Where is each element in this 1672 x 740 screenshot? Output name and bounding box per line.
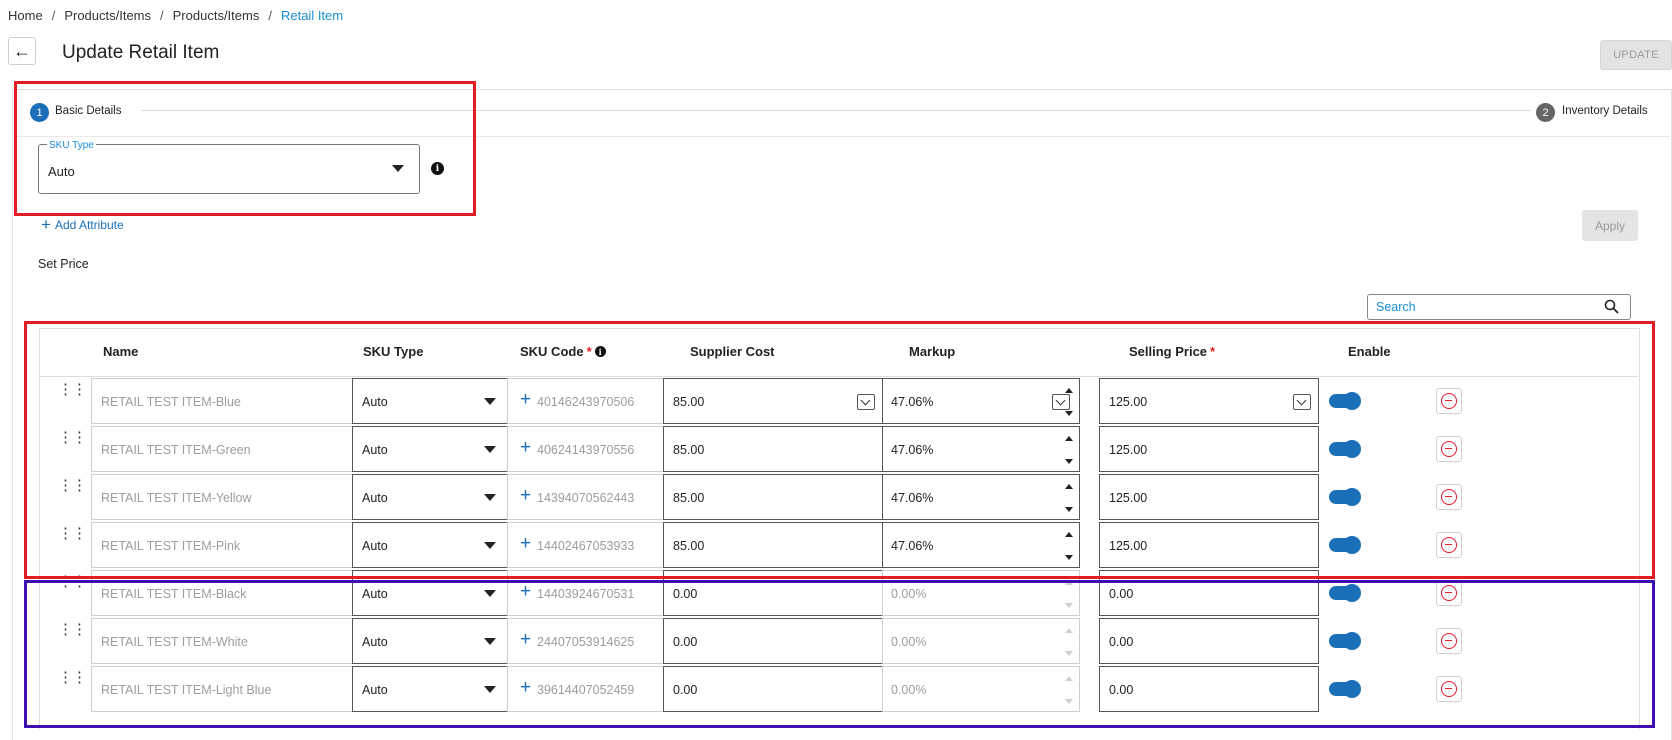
breadcrumb-current: Retail Item	[280, 8, 344, 23]
breadcrumb-home[interactable]: Home	[8, 8, 43, 23]
highlight-box	[14, 81, 476, 216]
apply-button[interactable]: Apply	[1582, 210, 1638, 241]
breadcrumb-separator: /	[268, 8, 272, 23]
add-attribute-button[interactable]: + Add Attribute	[41, 215, 124, 234]
step-2-label[interactable]: Inventory Details	[1562, 105, 1648, 117]
set-price-label: Set Price	[38, 257, 89, 271]
add-attribute-label: Add Attribute	[54, 218, 124, 232]
search-placeholder: Search	[1376, 300, 1416, 314]
highlight-box	[24, 321, 1655, 579]
search-icon[interactable]	[1604, 299, 1619, 314]
breadcrumb-separator: /	[51, 8, 56, 23]
update-button[interactable]: UPDATE	[1600, 40, 1672, 70]
breadcrumb-products[interactable]: Products/Items	[64, 8, 151, 23]
highlight-box	[24, 580, 1655, 728]
breadcrumb-products-2[interactable]: Products/Items	[173, 8, 260, 23]
step-2-number[interactable]: 2	[1536, 103, 1555, 122]
arrow-left-icon: ←	[13, 40, 31, 61]
back-button[interactable]: ←	[8, 37, 36, 65]
page-title: Update Retail Item	[62, 42, 220, 63]
breadcrumb-separator: /	[160, 8, 164, 23]
breadcrumb: Home / Products/Items / Products/Items /…	[8, 8, 343, 23]
plus-icon: +	[41, 215, 51, 234]
